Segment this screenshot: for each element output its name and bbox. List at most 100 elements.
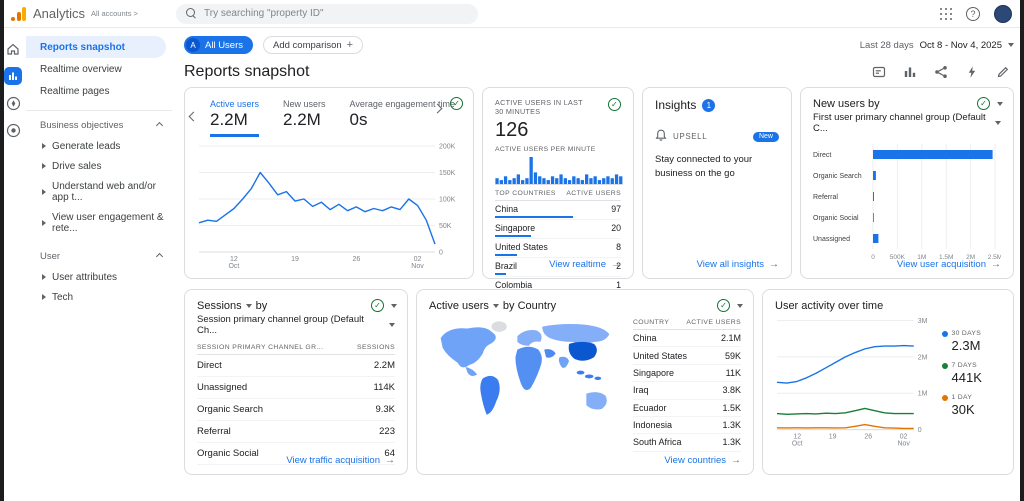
add-comparison-chip[interactable]: Add comparison <box>263 36 364 54</box>
search-bar[interactable]: Try searching "property ID" <box>176 3 478 24</box>
sidebar-item-drive-sales[interactable]: Drive sales <box>26 156 172 176</box>
svg-text:200K: 200K <box>439 143 456 150</box>
section-header-user[interactable]: User <box>26 246 172 267</box>
sidebar-item-label: Realtime overview <box>40 63 122 75</box>
view-user-acquisition-link[interactable]: View user acquisition <box>897 259 1001 270</box>
arrow-right-icon <box>385 455 395 466</box>
table-row: China 97 <box>495 201 621 220</box>
svg-text:19: 19 <box>291 256 299 263</box>
svg-text:3M: 3M <box>918 318 928 325</box>
data-quality-check-icon[interactable] <box>450 97 463 110</box>
help-icon[interactable] <box>966 6 980 21</box>
row-value: 3.8K <box>722 385 741 396</box>
sidebar-item-realtime-overview[interactable]: Realtime overview <box>26 58 166 80</box>
screen-edge-left <box>0 0 4 501</box>
account-breadcrumb[interactable]: All accounts > <box>91 9 138 18</box>
view-traffic-acquisition-link[interactable]: View traffic acquisition <box>286 455 395 466</box>
insight-text: Stay connected to your business on the g… <box>655 154 753 179</box>
row-label: United States <box>495 241 548 252</box>
svg-text:Organic Search: Organic Search <box>813 173 862 180</box>
home-icon[interactable] <box>4 40 22 58</box>
edit-icon[interactable] <box>996 65 1010 79</box>
row-label: Referral <box>197 426 231 437</box>
table-row: United States 8 <box>495 239 621 258</box>
legend-dot <box>941 362 948 369</box>
world-map <box>440 321 610 415</box>
metric-label: New users <box>283 99 326 109</box>
sidebar-item-understand-web-app[interactable]: Understand web and/or app t... <box>26 176 172 207</box>
metric-dropdown[interactable]: Active users by Country <box>429 300 741 312</box>
expand-arrow-icon[interactable] <box>42 188 46 195</box>
metric-tab-new-users[interactable]: New users 2.2M <box>283 99 326 137</box>
chevron-down-icon[interactable] <box>997 101 1003 106</box>
data-quality-check-icon[interactable] <box>608 98 621 111</box>
sidebar-item-reports-snapshot[interactable]: Reports snapshot <box>26 36 166 58</box>
row-label: Ecuador <box>633 402 667 413</box>
memo-icon[interactable] <box>872 65 886 79</box>
row-value: 1.3K <box>722 420 741 431</box>
insight-category: UPSELL <box>673 132 708 141</box>
chevron-down-icon[interactable] <box>391 303 397 308</box>
share-icon[interactable] <box>934 65 948 79</box>
data-quality-check-icon[interactable] <box>371 299 384 312</box>
page-title: Reports snapshot <box>184 63 310 80</box>
row-value: 114K <box>373 382 395 393</box>
row-value: 59K <box>724 350 741 361</box>
svg-text:26: 26 <box>864 433 872 440</box>
sidebar-item-tech[interactable]: Tech <box>26 287 172 307</box>
sidebar-item-generate-leads[interactable]: Generate leads <box>26 136 172 156</box>
reports-icon[interactable] <box>4 67 22 85</box>
data-quality-check-icon[interactable] <box>717 299 730 312</box>
chevron-down-icon[interactable] <box>737 303 743 308</box>
expand-arrow-icon[interactable] <box>42 294 46 300</box>
columns-chart-icon[interactable] <box>903 65 917 79</box>
view-all-insights-link[interactable]: View all insights <box>697 259 779 270</box>
row-value: 1.5K <box>722 402 741 413</box>
svg-text:Nov: Nov <box>897 440 910 447</box>
column-header: TOP COUNTRIES <box>495 189 556 197</box>
sidebar-item-user-attributes[interactable]: User attributes <box>26 267 172 287</box>
dimension-dropdown[interactable]: First user primary channel group (Defaul… <box>813 112 1001 134</box>
expand-arrow-icon[interactable] <box>42 219 46 226</box>
insights-icon[interactable] <box>965 65 979 79</box>
svg-text:19: 19 <box>829 433 837 440</box>
sidebar-item-realtime-pages[interactable]: Realtime pages <box>26 80 166 102</box>
column-header: SESSION PRIMARY CHANNEL GR... <box>197 344 324 351</box>
all-users-chip[interactable]: A All Users <box>184 36 254 54</box>
table-row: Singapore 11K <box>633 365 741 383</box>
view-countries-link[interactable]: View countries <box>664 455 741 466</box>
expand-arrow-icon[interactable] <box>42 163 46 169</box>
view-realtime-link[interactable]: View realtime <box>549 259 621 270</box>
sessions-card: Sessions by Session primary channel grou… <box>184 289 408 475</box>
row-label: Direct <box>197 360 222 371</box>
expand-arrow-icon[interactable] <box>42 143 46 149</box>
advertising-icon[interactable] <box>4 121 22 139</box>
sidebar-item-view-engagement[interactable]: View user engagement & rete... <box>26 207 172 238</box>
explore-icon[interactable] <box>4 94 22 112</box>
section-header-business-objectives[interactable]: Business objectives <box>26 115 172 136</box>
sidebar-section-business-objectives: Business objectives Generate leads Drive… <box>26 115 172 238</box>
apps-grid-icon[interactable] <box>940 7 953 20</box>
sidebar: Reports snapshot Realtime overview Realt… <box>26 28 172 501</box>
chevron-down-icon <box>245 304 252 308</box>
report-actions <box>872 65 1014 79</box>
legend-value: 30K <box>951 402 975 417</box>
user-avatar[interactable] <box>994 4 1012 23</box>
insight-item[interactable]: UPSELL New <box>655 129 779 144</box>
sidebar-item-label: User attributes <box>52 271 118 283</box>
channel-bar-chart: 0 500K 1M 1.5M 2M 2.5MDirectOrganic SearchRef… <box>813 144 1001 261</box>
chevron-left-icon[interactable] <box>188 111 199 122</box>
column-header: SESSIONS <box>357 344 395 351</box>
metric-tab-active-users[interactable]: Active users 2.2M <box>210 99 260 137</box>
main-content: A All Users Add comparison Last 28 days … <box>172 28 1024 501</box>
metric-dropdown[interactable]: Sessions by <box>197 300 395 312</box>
dimension-dropdown[interactable]: Session primary channel group (Default C… <box>197 314 395 336</box>
date-range-picker[interactable]: Last 28 days Oct 8 - Nov 4, 2025 <box>860 40 1014 51</box>
card-title: New users by <box>813 98 880 110</box>
arrow-right-icon <box>991 259 1001 270</box>
expand-arrow-icon[interactable] <box>42 274 46 280</box>
row-label: Organic Search <box>197 404 264 415</box>
analytics-logo-icon[interactable] <box>10 6 27 21</box>
data-quality-check-icon[interactable] <box>977 97 990 110</box>
chevron-up-icon <box>155 121 164 130</box>
